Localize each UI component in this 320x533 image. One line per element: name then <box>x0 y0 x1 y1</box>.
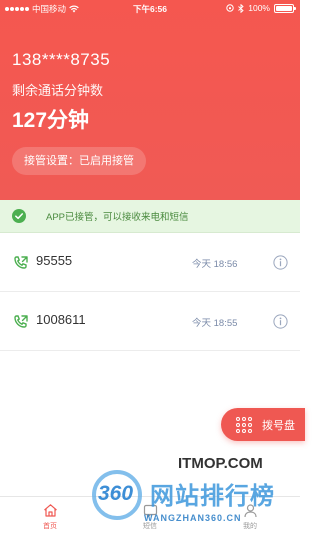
tab-home-label: 首页 <box>43 523 57 530</box>
dial-pad-label: 拨号盘 <box>262 419 295 432</box>
watermark-brand: ITMOP.COM <box>178 455 263 472</box>
info-icon[interactable] <box>273 255 288 270</box>
takeover-notice: APP已接管，可以接收来电和短信 <box>0 200 300 233</box>
user-icon <box>243 504 257 518</box>
keypad-icon <box>236 416 252 433</box>
check-circle-icon <box>12 209 26 223</box>
call-number: 1008611 <box>36 312 86 327</box>
phone-number: 138****8735 <box>12 50 111 69</box>
battery-percent: 100% <box>248 3 270 13</box>
call-time: 今天 18:56 <box>192 259 238 270</box>
tab-bar: 首页 短信 我的 <box>0 496 300 533</box>
call-number: 95555 <box>36 253 73 268</box>
tab-profile[interactable]: 我的 <box>200 497 300 533</box>
takeover-setting-button[interactable]: 接管设置：已启用接管 <box>12 147 146 175</box>
call-time: 今天 18:55 <box>192 318 238 329</box>
tab-profile-label: 我的 <box>243 523 257 530</box>
tab-home[interactable]: 首页 <box>0 497 100 533</box>
incoming-call-icon <box>14 315 28 328</box>
call-log-row[interactable]: 95555 今天 18:56 <box>0 234 300 292</box>
takeover-notice-text: APP已接管，可以接收来电和短信 <box>46 212 189 223</box>
battery-icon <box>274 3 296 13</box>
rotation-lock-icon <box>226 4 234 12</box>
home-icon <box>43 504 57 517</box>
tab-messages-label: 短信 <box>143 523 157 530</box>
dial-pad-button[interactable]: 拨号盘 <box>221 408 305 441</box>
message-icon <box>143 504 157 519</box>
remaining-minutes-value: 127分钟 <box>12 109 90 132</box>
bluetooth-icon <box>238 3 244 13</box>
account-header: 中国移动 下午6:56 100% 138****8735 剩余通话分钟数 127… <box>0 0 300 200</box>
info-icon[interactable] <box>273 314 288 329</box>
call-log-row[interactable]: 1008611 今天 18:55 <box>0 293 300 351</box>
status-bar: 中国移动 下午6:56 100% <box>0 0 300 16</box>
remaining-minutes-label: 剩余通话分钟数 <box>12 83 104 98</box>
tab-messages[interactable]: 短信 <box>100 497 200 533</box>
incoming-call-icon <box>14 256 28 269</box>
